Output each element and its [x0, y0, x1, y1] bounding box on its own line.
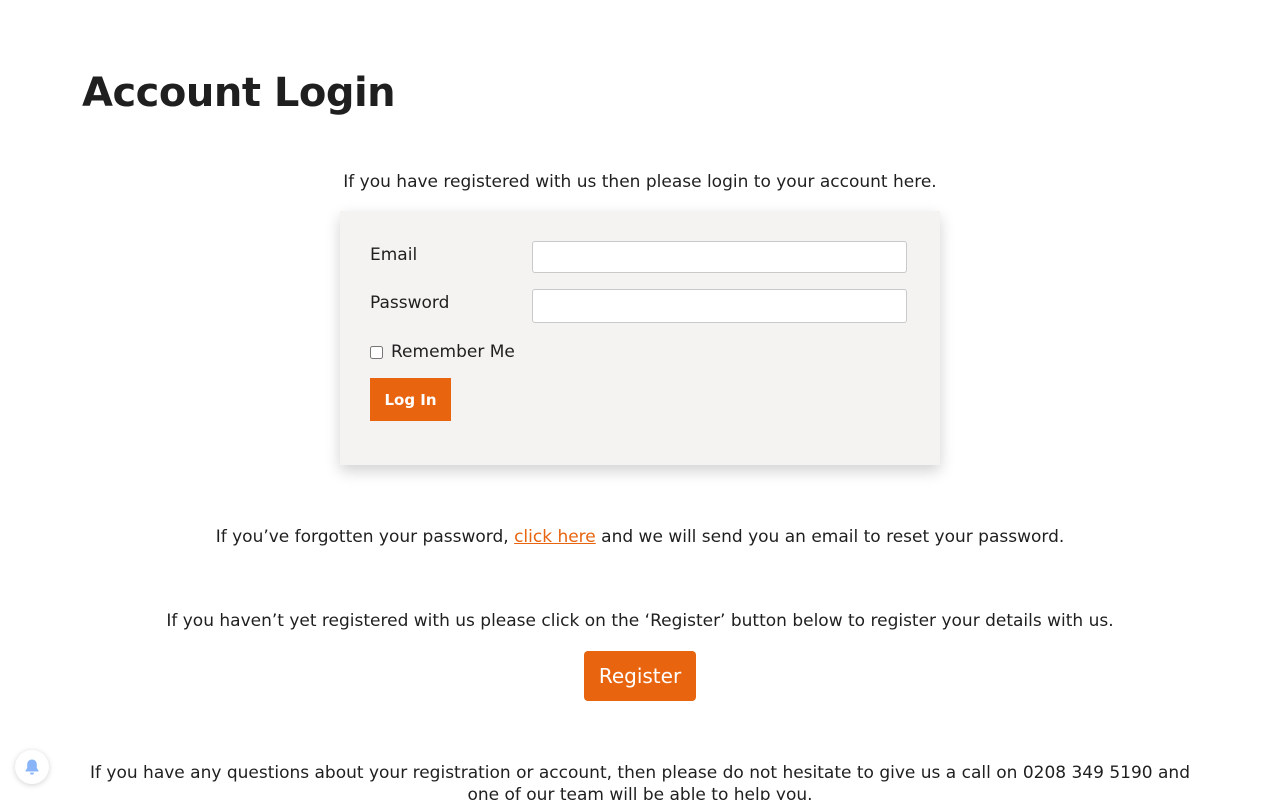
page-title: Account Login — [82, 70, 396, 116]
contact-questions-text: If you have any questions about your reg… — [90, 763, 1190, 800]
log-in-button[interactable]: Log In — [370, 378, 451, 421]
account-login-page: Account Login If you have registered wit… — [0, 0, 1280, 800]
password-field[interactable] — [532, 289, 907, 323]
forgot-password-text: If you’ve forgotten your password, click… — [0, 527, 1280, 547]
forgot-password-prefix: If you’ve forgotten your password, — [215, 527, 515, 547]
remember-me-row: Remember Me — [370, 342, 515, 362]
remember-me-checkbox[interactable] — [370, 345, 383, 359]
forgot-password-suffix: and we will send you an email to reset y… — [595, 527, 1065, 547]
notification-bell-button[interactable] — [15, 750, 49, 784]
bell-icon — [25, 759, 39, 775]
login-form: Email Password Remember Me Log In — [340, 211, 940, 465]
register-info-text: If you haven’t yet registered with us pl… — [166, 611, 1114, 631]
email-field[interactable] — [532, 241, 907, 273]
password-label: Password — [370, 293, 450, 313]
forgot-password-link[interactable]: click here — [514, 527, 596, 547]
register-button[interactable]: Register — [584, 651, 696, 701]
login-intro-text: If you have registered with us then plea… — [343, 172, 937, 192]
email-label: Email — [370, 245, 418, 265]
remember-me-label: Remember Me — [391, 342, 515, 362]
